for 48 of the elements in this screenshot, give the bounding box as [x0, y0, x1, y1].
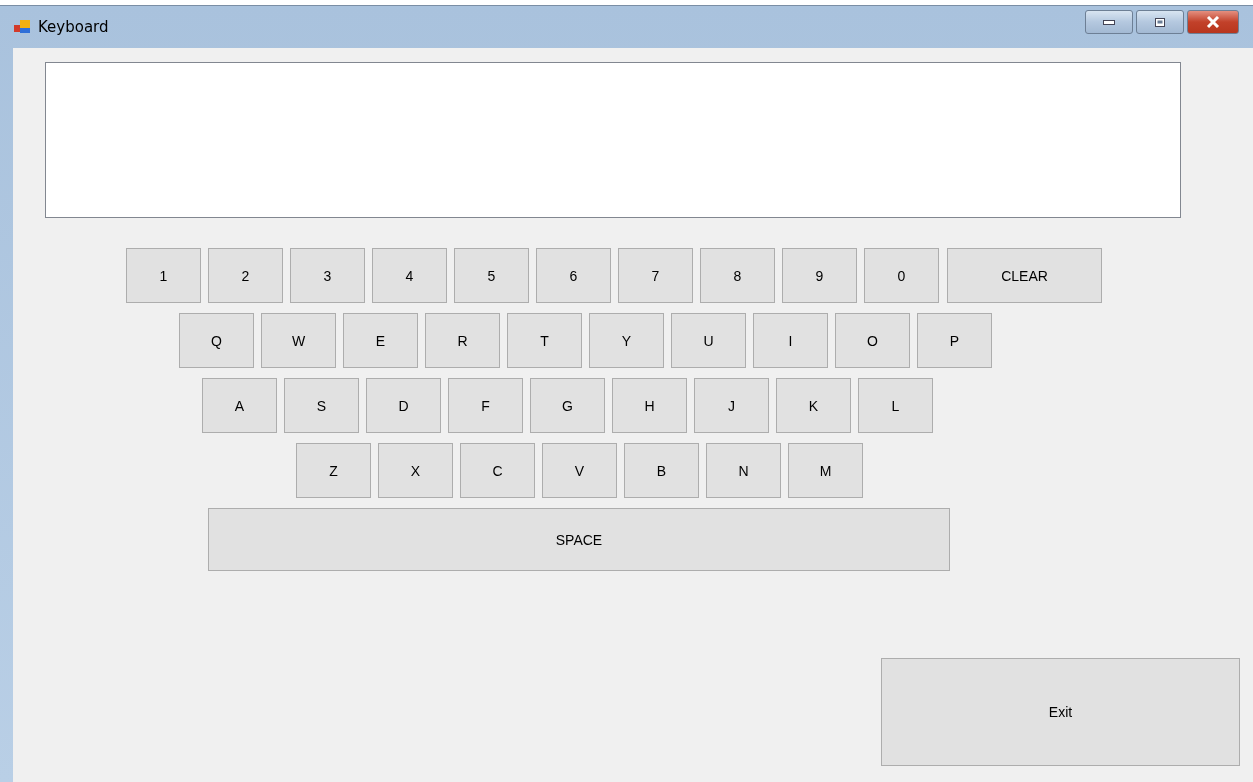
- space-key[interactable]: SPACE: [208, 508, 950, 571]
- close-button[interactable]: [1187, 10, 1239, 34]
- keyboard-key[interactable]: E: [343, 313, 418, 368]
- keyboard-key[interactable]: C: [460, 443, 535, 498]
- keyboard-key[interactable]: T: [507, 313, 582, 368]
- maximize-button[interactable]: [1136, 10, 1184, 34]
- keyboard-key[interactable]: A: [202, 378, 277, 433]
- keyboard-key[interactable]: X: [378, 443, 453, 498]
- keyboard-key[interactable]: 7: [618, 248, 693, 303]
- keyboard-key[interactable]: W: [261, 313, 336, 368]
- minimize-icon: [1103, 19, 1115, 25]
- keyboard-key[interactable]: B: [624, 443, 699, 498]
- minimize-button[interactable]: [1085, 10, 1133, 34]
- keyboard-key[interactable]: S: [284, 378, 359, 433]
- keyboard-key[interactable]: H: [612, 378, 687, 433]
- keyboard-key[interactable]: 9: [782, 248, 857, 303]
- app-icon: [14, 19, 32, 35]
- keyboard-key[interactable]: K: [776, 378, 851, 433]
- keyboard-key[interactable]: 3: [290, 248, 365, 303]
- maximize-icon: [1155, 17, 1165, 27]
- keyboard-key[interactable]: F: [448, 378, 523, 433]
- keyboard-key[interactable]: 4: [372, 248, 447, 303]
- keyboard-key[interactable]: 8: [700, 248, 775, 303]
- keyboard-key[interactable]: N: [706, 443, 781, 498]
- keyboard-key[interactable]: O: [835, 313, 910, 368]
- keyboard-key[interactable]: P: [917, 313, 992, 368]
- keyboard-key[interactable]: CLEAR: [947, 248, 1102, 303]
- keyboard-key[interactable]: D: [366, 378, 441, 433]
- keyboard-key[interactable]: 2: [208, 248, 283, 303]
- text-input-field[interactable]: [45, 62, 1181, 218]
- keyboard-key[interactable]: 5: [454, 248, 529, 303]
- exit-button[interactable]: Exit: [881, 658, 1240, 766]
- window-title: Keyboard: [38, 18, 109, 36]
- keyboard-key[interactable]: Q: [179, 313, 254, 368]
- keyboard-key[interactable]: L: [858, 378, 933, 433]
- keyboard-key[interactable]: Y: [589, 313, 664, 368]
- close-icon: [1206, 16, 1220, 28]
- keyboard-key[interactable]: I: [753, 313, 828, 368]
- keyboard-key[interactable]: V: [542, 443, 617, 498]
- keyboard-key[interactable]: R: [425, 313, 500, 368]
- keyboard-key[interactable]: U: [671, 313, 746, 368]
- keyboard-key[interactable]: M: [788, 443, 863, 498]
- keyboard-key[interactable]: 1: [126, 248, 201, 303]
- keyboard-key[interactable]: J: [694, 378, 769, 433]
- keyboard-key[interactable]: 0: [864, 248, 939, 303]
- keyboard-key[interactable]: Z: [296, 443, 371, 498]
- keyboard-key[interactable]: G: [530, 378, 605, 433]
- keyboard-key[interactable]: 6: [536, 248, 611, 303]
